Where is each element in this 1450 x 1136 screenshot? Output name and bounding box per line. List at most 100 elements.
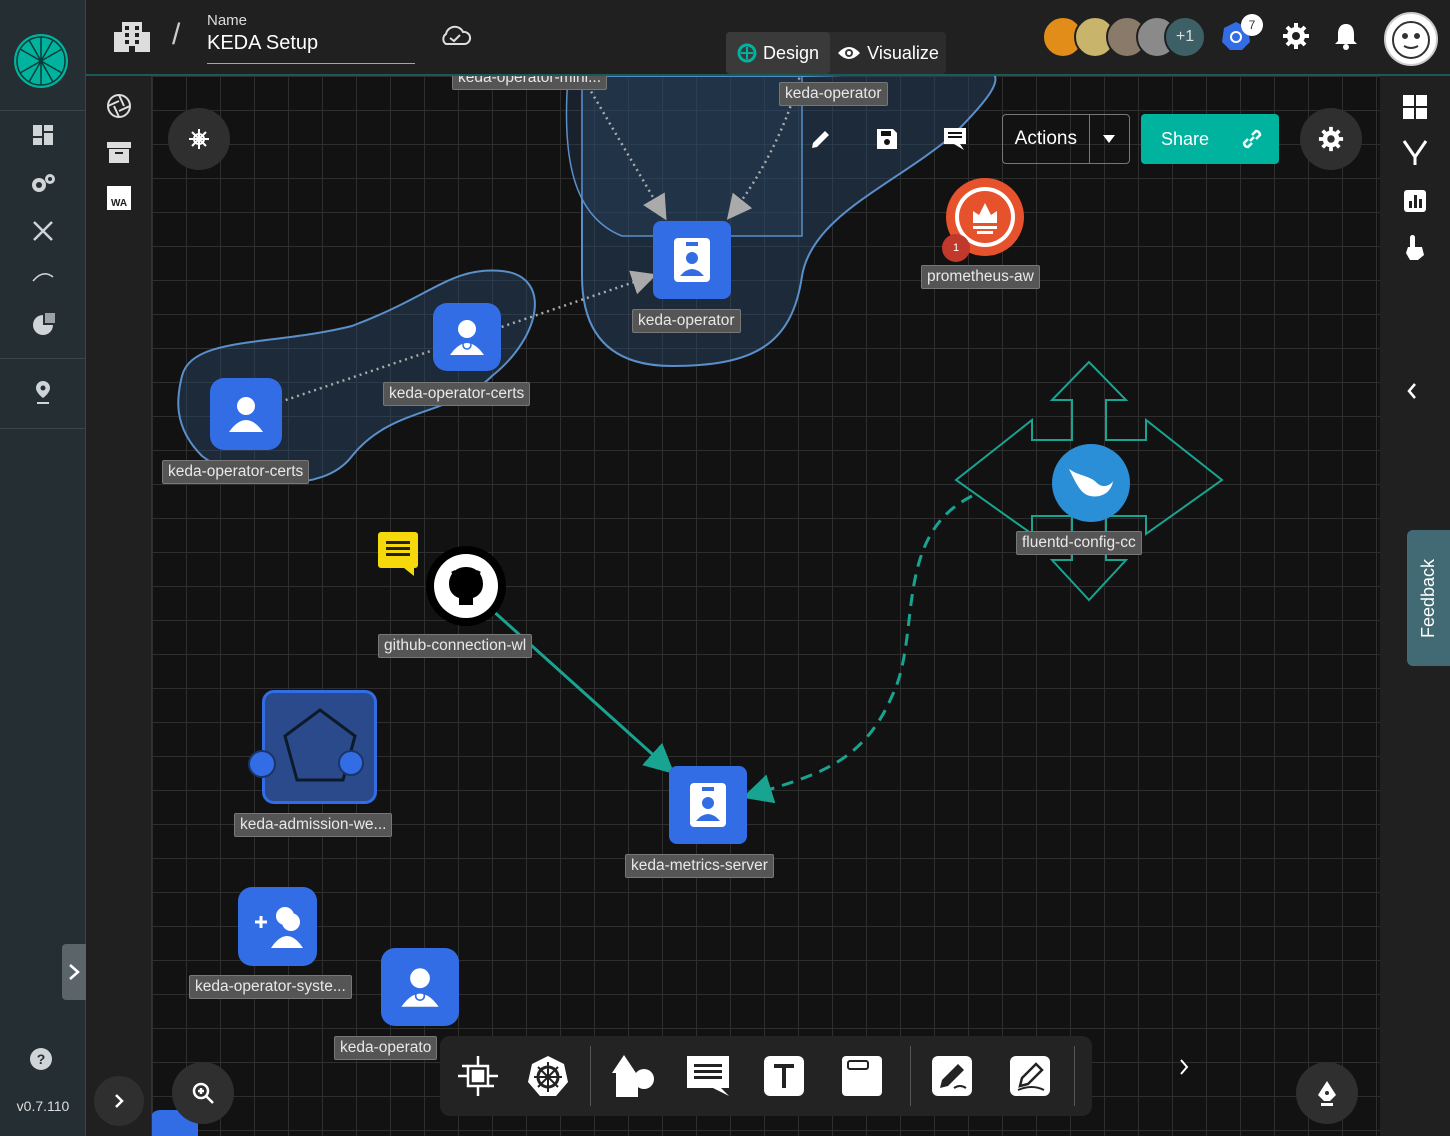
node-label: keda-operator (632, 309, 741, 333)
actions-dropdown[interactable]: Actions (1002, 114, 1130, 164)
eye-icon (838, 47, 861, 59)
node-label: keda-operator-certs (162, 460, 310, 484)
canvas-settings-button[interactable] (1300, 108, 1362, 170)
node-label: fluentd-config-cc (1016, 531, 1142, 555)
node-label: keda-operator-syste... (189, 975, 352, 999)
fluentd-bird-icon (1069, 469, 1113, 497)
visualize-mode-label: Visualize (867, 42, 939, 63)
role-node[interactable] (433, 303, 501, 371)
node-badge: 1 (942, 234, 970, 262)
location-pin-icon[interactable] (28, 378, 58, 408)
dashboard-icon[interactable] (28, 120, 58, 150)
meshery-logo[interactable] (14, 34, 68, 88)
role-binding-node[interactable] (210, 378, 282, 450)
service-account-node[interactable] (653, 221, 731, 299)
wasm-icon[interactable]: WA (105, 184, 133, 212)
save-icon[interactable] (872, 124, 902, 154)
user-icon (229, 397, 263, 432)
node-label: keda-operator-certs (383, 382, 531, 406)
node-label: keda-admission-we... (234, 813, 393, 837)
grid-view-icon[interactable] (1400, 92, 1430, 122)
comment-icon[interactable] (684, 1052, 732, 1100)
toolbar-divider (590, 1046, 591, 1106)
collapse-right-chevron-icon[interactable] (1406, 382, 1418, 405)
design-canvas[interactable]: Actions Share keda-operator-mini... keda… (152, 76, 1380, 1136)
user-group-node[interactable] (238, 887, 317, 966)
design-name-input[interactable]: KEDA Setup (207, 32, 415, 64)
comment-note-icon[interactable] (378, 532, 418, 576)
cloud-sync-icon[interactable] (438, 24, 472, 53)
feedback-tab[interactable]: Feedback (1407, 530, 1450, 666)
node-label: github-connection-wl (378, 634, 533, 658)
pen-tool-button[interactable] (1296, 1062, 1358, 1124)
zoom-button[interactable] (172, 1062, 234, 1124)
expand-nav-button[interactable] (62, 944, 86, 1000)
share-button[interactable]: Share (1141, 114, 1279, 164)
settings-gear-icon[interactable] (1282, 22, 1310, 55)
edit-pencil-icon[interactable] (806, 124, 836, 154)
performance-icon[interactable] (28, 262, 58, 292)
design-mode-label: Design (762, 42, 820, 63)
help-icon[interactable]: ? (30, 1048, 52, 1070)
mode-toggle: Design Visualize (726, 32, 946, 74)
user-avatar[interactable] (1384, 12, 1438, 66)
id-badge-icon (674, 238, 710, 282)
nav-divider (0, 358, 86, 359)
merge-y-icon[interactable] (1400, 138, 1430, 168)
service-account-node[interactable] (669, 766, 747, 844)
feedback-label: Feedback (1418, 558, 1438, 638)
fountain-pen-icon (1318, 1081, 1336, 1106)
signature-icon[interactable] (1006, 1052, 1054, 1100)
shapes-icon[interactable] (608, 1052, 656, 1100)
user-link-icon (401, 968, 439, 1007)
role-node[interactable] (381, 948, 459, 1026)
component-icon[interactable] (454, 1052, 502, 1100)
link-icon (1242, 129, 1262, 149)
share-label: Share (1161, 128, 1210, 149)
design-name-label: Name (207, 12, 248, 29)
nav-divider (0, 428, 86, 429)
configuration-tools-icon[interactable] (28, 216, 58, 246)
extensions-icon[interactable] (28, 310, 58, 340)
section-icon[interactable] (838, 1052, 886, 1100)
text-tool-icon[interactable] (760, 1052, 808, 1100)
bottom-toolbar (440, 1036, 1092, 1116)
collaborators-more[interactable]: +1 (1164, 16, 1206, 58)
lifecycle-gears-icon[interactable] (28, 168, 58, 198)
design-icon (737, 43, 757, 63)
pen-draw-icon[interactable] (928, 1052, 976, 1100)
pointer-hand-icon[interactable] (1400, 232, 1430, 262)
organization-icon[interactable] (114, 20, 150, 59)
fluentd-node[interactable] (1052, 444, 1130, 522)
kubernetes-helm-icon[interactable] (524, 1052, 572, 1100)
webhook-node[interactable] (262, 690, 377, 804)
kubernetes-icon[interactable] (338, 750, 364, 776)
user-link-icon (450, 320, 484, 355)
visualize-mode-button[interactable]: Visualize (830, 32, 946, 74)
actions-label: Actions (1003, 115, 1090, 163)
toolbar-divider (1074, 1046, 1075, 1106)
layers-button[interactable] (168, 108, 230, 170)
caret-down-icon[interactable] (1090, 115, 1129, 163)
app-root: ? v0.7.110 / Name KEDA Setup Design Visu… (0, 0, 1450, 1136)
node-label: keda-operator-mini... (452, 76, 608, 90)
nav-divider (0, 110, 86, 111)
design-mode-button[interactable]: Design (726, 32, 830, 74)
node-label: prometheus-aw (921, 265, 1040, 289)
node-label: keda-operator (779, 82, 888, 106)
bar-chart-icon[interactable] (1400, 186, 1430, 216)
catalog-aperture-icon[interactable] (105, 92, 133, 120)
comments-icon[interactable] (940, 124, 970, 154)
breadcrumb-separator: / (172, 18, 181, 51)
wasm-label: WA (107, 186, 131, 210)
top-bar: / Name KEDA Setup Design Visualize +1 7 (86, 0, 1450, 76)
github-node[interactable] (426, 546, 506, 626)
zoom-in-icon (192, 1082, 214, 1104)
id-badge-icon (690, 783, 726, 827)
notifications-bell-icon[interactable] (1334, 22, 1358, 55)
collapse-toolbar-button[interactable] (94, 1076, 144, 1126)
toolbar-next-chevron-icon[interactable] (1178, 1058, 1190, 1081)
archive-box-icon[interactable] (105, 138, 133, 166)
node-port-icon[interactable] (248, 750, 276, 778)
version-label: v0.7.110 (16, 1098, 70, 1114)
